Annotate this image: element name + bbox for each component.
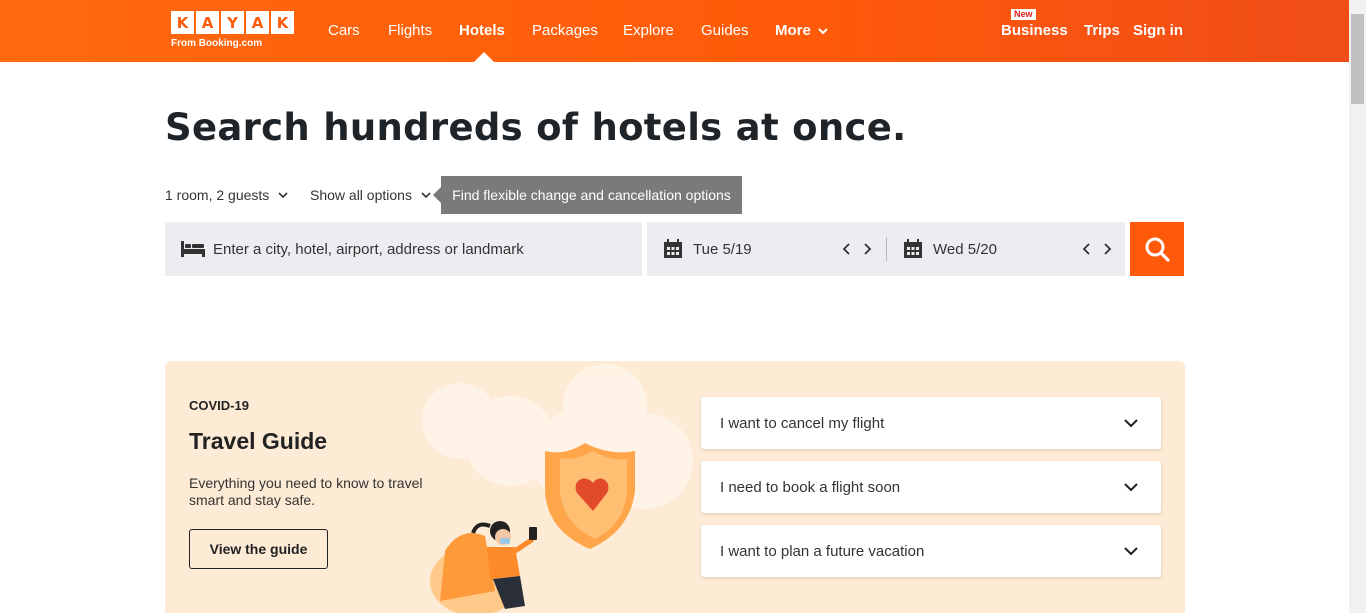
top-nav-bar: K A Y A K From Booking.com Cars Flights … [0,0,1349,62]
covid-title: Travel Guide [189,428,328,454]
chevron-right-icon[interactable] [862,239,874,259]
nav-packages[interactable]: Packages [532,22,598,39]
logo-letter: K [271,11,294,34]
all-options-label: Show all options [310,187,412,203]
checkout-label: Wed 5/20 [933,240,997,258]
chevron-down-icon [1124,547,1138,556]
nav-more[interactable]: More [775,22,828,39]
nav-flights[interactable]: Flights [388,22,432,39]
bed-icon [181,241,205,257]
accordion-plan-vacation[interactable]: I want to plan a future vacation [701,525,1161,577]
nav-explore[interactable]: Explore [623,22,674,39]
checkout-date[interactable]: Wed 5/20 [903,222,997,276]
destination-field[interactable] [165,222,642,276]
active-tab-indicator [474,52,494,62]
chevron-left-icon[interactable] [1080,239,1092,259]
nav-trips[interactable]: Trips [1084,22,1120,39]
new-badge: New [1011,9,1036,20]
accordion-label: I want to plan a future vacation [720,542,925,560]
checkin-label: Tue 5/19 [693,240,752,258]
view-guide-button[interactable]: View the guide [189,529,328,569]
chevron-down-icon [1124,419,1138,428]
logo-letters: K A Y A K [171,11,297,34]
calendar-icon [664,239,682,258]
search-icon [1145,237,1170,262]
accordion-label: I need to book a flight soon [720,478,901,496]
nav-business[interactable]: Business [1001,22,1068,39]
destination-input[interactable] [213,240,613,258]
covid-guide-card: COVID-19 Travel Guide Everything you nee… [165,361,1185,613]
guests-label: 1 room, 2 guests [165,187,270,203]
logo-letter: A [246,11,269,34]
sign-in-link[interactable]: Sign in [1133,22,1183,39]
accordion-cancel-flight[interactable]: I want to cancel my flight [701,397,1161,449]
logo-letter: K [171,11,194,34]
calendar-icon [904,239,922,258]
chevron-down-icon [421,192,431,199]
chevron-down-icon [278,192,288,199]
dates-field: Tue 5/19 Wed 5/20 [647,222,1125,276]
page-title: Search hundreds of hotels at once. [165,106,907,149]
checkout-arrows [1080,239,1114,259]
chevron-down-icon [1124,483,1138,492]
logo-subtitle: From Booking.com [171,38,263,49]
scrollbar-thumb[interactable] [1351,14,1364,104]
page: K A Y A K From Booking.com Cars Flights … [0,0,1366,613]
chevron-down-icon [818,28,828,35]
covid-description: Everything you need to know to travel sm… [189,475,423,508]
accordion-book-flight-soon[interactable]: I need to book a flight soon [701,461,1161,513]
travel-illustration [422,364,693,613]
chevron-left-icon[interactable] [840,239,852,259]
search-button[interactable] [1130,222,1184,276]
nav-more-label: More [775,22,811,39]
kayak-logo[interactable]: K A Y A K From Booking.com [171,11,297,49]
covid-tag: COVID-19 [189,398,249,413]
accordion-label: I want to cancel my flight [720,414,885,432]
checkin-arrows [840,239,874,259]
guests-dropdown[interactable]: 1 room, 2 guests [165,187,289,203]
nav-guides[interactable]: Guides [701,22,749,39]
nav-hotels[interactable]: Hotels [459,22,505,39]
all-options-dropdown[interactable]: Show all options [310,187,432,203]
flexible-options-tooltip: Find flexible change and cancellation op… [433,176,742,214]
chevron-right-icon[interactable] [1102,239,1114,259]
logo-letter: A [196,11,219,34]
date-divider [886,237,887,261]
nav-cars[interactable]: Cars [328,22,360,39]
checkin-date[interactable]: Tue 5/19 [663,222,752,276]
logo-letter: Y [221,11,244,34]
